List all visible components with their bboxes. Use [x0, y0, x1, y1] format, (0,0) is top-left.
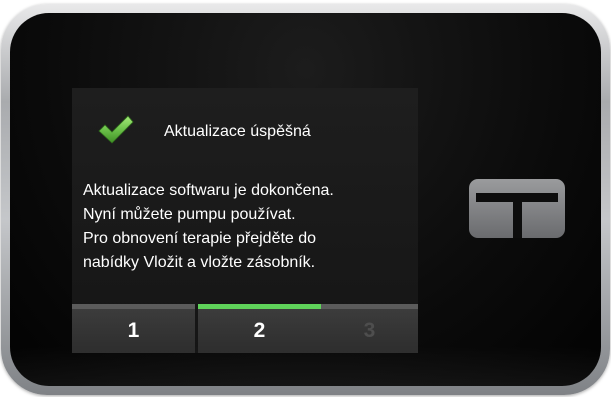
message-line: Pro obnovení terapie přejděte do [83, 230, 317, 247]
message-line: nabídky Vložit a vložte zásobník. [83, 254, 316, 271]
step-1-tab[interactable]: 1 [72, 304, 195, 353]
message-line: Aktualizace softwaru je dokončena. [83, 182, 334, 199]
checkmark-icon [98, 115, 134, 144]
message-line: Nyní můžete pumpu používat. [83, 206, 296, 223]
step-progress-bar: 1 2 3 [72, 304, 418, 353]
t-logo-icon[interactable] [469, 179, 565, 238]
device-frame: Aktualizace úspěšná Aktualizace softwaru… [1, 4, 610, 395]
step-2-tab[interactable]: 2 [198, 304, 321, 353]
dialog-title: Aktualizace úspěšná [164, 123, 311, 140]
dialog-message: Aktualizace softwaru je dokončena. Nyní … [83, 179, 418, 275]
dialog-header: Aktualizace úspěšná [72, 88, 418, 168]
step-3-tab: 3 [321, 304, 418, 353]
device-face: Aktualizace úspěšná Aktualizace softwaru… [10, 13, 601, 386]
touch-screen: Aktualizace úspěšná Aktualizace softwaru… [72, 88, 418, 353]
